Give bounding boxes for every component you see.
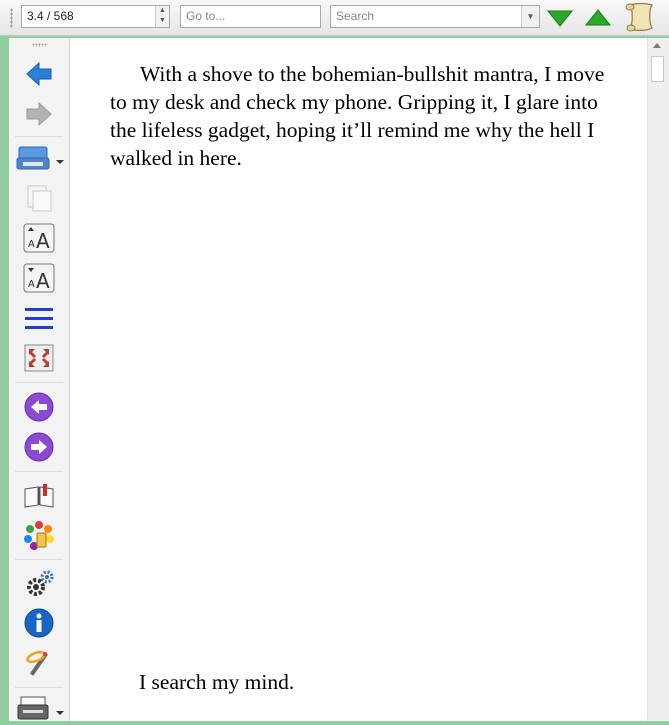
separator [15, 559, 63, 560]
page-indicator-text: 3.4 / 568 [27, 9, 74, 23]
separator [15, 471, 63, 472]
scroll-up-icon[interactable] [653, 43, 661, 48]
back-icon[interactable] [23, 58, 55, 90]
color-theme-icon[interactable] [23, 519, 55, 551]
search-input[interactable]: Search ▼ [330, 5, 540, 28]
separator [15, 382, 63, 383]
vertical-scrollbar[interactable] [647, 38, 669, 721]
paragraph-text: With a shove to the bohemian-bullshit ma… [110, 62, 605, 170]
search-next-down-icon[interactable] [546, 7, 574, 29]
spin-up-icon[interactable]: ▲ [156, 6, 169, 16]
svg-text:A: A [36, 229, 50, 253]
toolbar-grip[interactable] [10, 8, 13, 28]
scroll-thumb[interactable] [651, 56, 664, 82]
search-prev-up-icon[interactable] [584, 7, 612, 29]
line-spacing-icon[interactable] [23, 302, 55, 334]
forward-icon[interactable] [23, 98, 55, 130]
search-dropdown-icon[interactable]: ▼ [521, 6, 539, 27]
settings-icon[interactable] [23, 567, 55, 599]
sidebar-grip[interactable] [32, 43, 48, 47]
separator [15, 687, 63, 688]
next-chapter-icon[interactable] [23, 431, 55, 463]
bookmark-icon[interactable] [23, 479, 55, 511]
page-number-input[interactable]: 3.4 / 568 ▲ ▼ [21, 5, 170, 28]
paragraph-text: I search my mind. [139, 670, 295, 694]
spin-down-icon[interactable]: ▼ [156, 16, 169, 26]
top-toolbar: 3.4 / 568 ▲ ▼ Go to... Search ▼ [0, 0, 669, 36]
fullscreen-icon[interactable] [23, 342, 55, 374]
print-icon[interactable] [15, 142, 65, 174]
font-decrease-icon[interactable]: A A [23, 262, 55, 294]
copy-icon [27, 185, 52, 212]
document-page: With a shove to the bohemian-bullshit ma… [70, 38, 647, 721]
left-sidebar: A A A A [9, 38, 70, 721]
print-icon[interactable] [15, 693, 65, 725]
svg-text:A: A [36, 269, 50, 293]
previous-chapter-icon[interactable] [23, 391, 55, 423]
page-spinner[interactable]: ▲ ▼ [155, 6, 169, 27]
svg-text:A: A [28, 279, 35, 290]
info-icon[interactable] [23, 607, 55, 639]
search-placeholder: Search [336, 9, 375, 23]
document-paragraph: I search my mind. [139, 668, 294, 696]
goto-placeholder: Go to... [186, 9, 226, 23]
separator [15, 136, 63, 137]
svg-text:A: A [28, 239, 35, 250]
scroll-icon[interactable] [622, 1, 656, 34]
font-increase-icon[interactable]: A A [23, 222, 55, 254]
tools-icon[interactable] [23, 647, 55, 679]
goto-input[interactable]: Go to... [180, 5, 321, 28]
document-paragraph: With a shove to the bohemian-bullshit ma… [110, 60, 620, 172]
